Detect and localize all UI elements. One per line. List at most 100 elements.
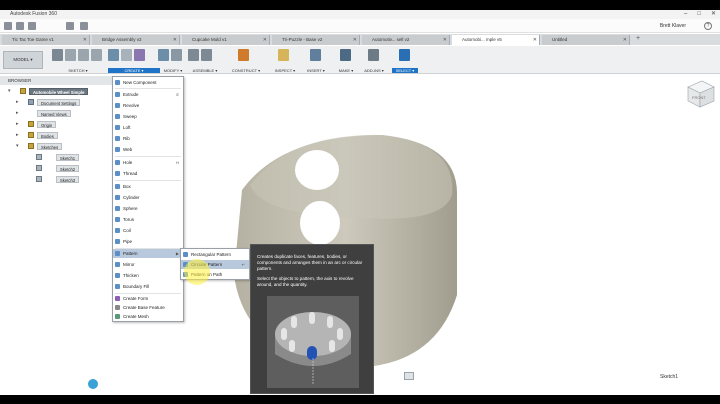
menu-item-torus[interactable]: Torus (113, 215, 183, 224)
browser-node-bodies[interactable]: ▸ Bodies (16, 131, 112, 139)
measure-icon[interactable] (278, 49, 289, 61)
menu-item-rectangular-pattern[interactable]: Rectangular Pattern (181, 250, 249, 259)
collapse-icon[interactable]: ▾ (8, 87, 11, 95)
create-menu-label[interactable]: CREATE ▾ (108, 68, 160, 73)
line-icon[interactable] (65, 49, 76, 61)
revolve-icon[interactable] (121, 49, 132, 61)
browser-node-named-views[interactable]: ▸ Named Views (16, 109, 112, 117)
add-ins-group[interactable]: ADD-INS ▾ (360, 46, 388, 74)
menu-item-cylinder[interactable]: Cylinder (113, 193, 183, 202)
browser-node-sketch3[interactable]: Sketch3 (34, 175, 112, 183)
make-menu-label[interactable]: MAKE ▾ (332, 68, 360, 73)
browser-node-sketch1[interactable]: Sketch1 (34, 153, 112, 161)
menu-item-new-component[interactable]: New Component (113, 78, 183, 87)
node-label[interactable]: Sketch1 (56, 154, 80, 161)
menu-item-create-base-feature[interactable]: Create Base Feature (113, 303, 183, 312)
tab-bridge-assembly[interactable]: Bridge Assembly v2 ✕ (92, 35, 180, 45)
construct-menu-label[interactable]: CONSTRUCT ▾ (226, 68, 266, 73)
menu-item-boundary-fill[interactable]: Boundary Fill (113, 282, 183, 291)
new-tab-icon[interactable]: + (636, 35, 640, 42)
expand-icon[interactable]: ▸ (16, 109, 19, 117)
tab-tri-puzzle[interactable]: Tri-Puzzle - Base v2 ✕ (272, 35, 360, 45)
rectangle-icon[interactable] (78, 49, 89, 61)
expand-icon[interactable]: ▸ (16, 120, 19, 128)
menu-item-coil[interactable]: Coil (113, 226, 183, 235)
node-label[interactable]: Document Settings (37, 99, 81, 106)
extrude-icon[interactable] (108, 49, 119, 61)
modify-menu-label[interactable]: MODIFY ▾ (158, 68, 188, 73)
make-group[interactable]: MAKE ▾ (332, 46, 360, 74)
redo-icon[interactable] (80, 22, 88, 30)
menu-item-hole[interactable]: Hole H (113, 158, 183, 167)
menu-item-web[interactable]: Web (113, 145, 183, 154)
canvas-viewport[interactable]: FRONT Sketch1 (112, 75, 720, 388)
3d-print-icon[interactable] (340, 49, 351, 61)
collapse-icon[interactable]: ▾ (16, 142, 19, 150)
insert-menu-label[interactable]: INSERT ▾ (302, 68, 330, 73)
box-icon[interactable] (134, 49, 145, 61)
maximize-button[interactable]: □ (697, 10, 701, 19)
viewcube-icon[interactable]: FRONT (678, 75, 718, 115)
node-label[interactable]: Bodies (37, 132, 58, 139)
close-icon[interactable]: ✕ (83, 35, 87, 45)
create-group[interactable]: CREATE ▾ (108, 46, 160, 74)
browser-node-origin[interactable]: ▸ Origin (16, 120, 112, 128)
select-arrow-icon[interactable] (399, 49, 410, 61)
root-component-label[interactable]: Automobile Wheel Simple (29, 88, 89, 95)
menu-item-create-form[interactable]: Create Form (113, 294, 183, 303)
sketch-menu-label[interactable]: SKETCH ▾ (52, 68, 104, 73)
menu-item-pipe[interactable]: Pipe (113, 237, 183, 246)
sketch-icon[interactable] (52, 49, 63, 61)
undo-icon[interactable] (66, 22, 74, 30)
menu-item-revolve[interactable]: Revolve (113, 101, 183, 110)
new-component-icon[interactable] (188, 49, 199, 61)
display-settings-icon[interactable] (404, 372, 414, 380)
file-icon[interactable] (16, 22, 24, 30)
close-icon[interactable]: ✕ (263, 35, 267, 45)
select-group[interactable]: SELECT ▾ (392, 46, 418, 74)
browser-node-document-settings[interactable]: ▸ Document Settings (16, 98, 112, 106)
scripts-icon[interactable] (368, 49, 379, 61)
tab-cupcake-mold[interactable]: Cupcake Mold v1 ✕ (182, 35, 270, 45)
tab-untitled[interactable]: Untitled ✕ (542, 35, 630, 45)
save-icon[interactable] (28, 22, 36, 30)
menu-item-thread[interactable]: Thread (113, 169, 183, 178)
fillet-icon[interactable] (171, 49, 182, 61)
node-label[interactable]: Origin (37, 121, 57, 128)
root-component[interactable]: ▾ Automobile Wheel Simple (8, 87, 112, 95)
menu-item-extrude[interactable]: Extrude E (113, 90, 183, 99)
node-label[interactable]: Named Views (37, 110, 71, 117)
close-icon[interactable]: ✕ (353, 35, 357, 45)
menu-item-create-mesh[interactable]: Create Mesh (113, 312, 183, 321)
workspace-switcher[interactable]: MODEL ▾ (3, 51, 43, 69)
joint-icon[interactable] (201, 49, 212, 61)
tab-automotive-assembly[interactable]: Automotiv... sell v2 ✕ (362, 35, 450, 45)
select-menu-label[interactable]: SELECT ▾ (392, 68, 418, 73)
menu-item-pattern[interactable]: Pattern ▶ (113, 249, 183, 258)
tab-tic-tac-toe[interactable]: Tic Tac Toe Game v1 ✕ (2, 35, 90, 45)
menu-item-sweep[interactable]: Sweep (113, 112, 183, 121)
node-label[interactable]: Sketch3 (56, 176, 80, 183)
menu-item-loft[interactable]: Loft (113, 123, 183, 132)
minimize-button[interactable]: – (684, 10, 687, 19)
model-view[interactable] (112, 75, 720, 388)
sketch-group[interactable]: SKETCH ▾ (52, 46, 104, 74)
expand-icon[interactable]: ▸ (16, 131, 19, 139)
close-icon[interactable]: ✕ (443, 35, 447, 45)
menu-item-rib[interactable]: Rib (113, 134, 183, 143)
menu-item-mirror[interactable]: Mirror (113, 260, 183, 269)
offset-plane-icon[interactable] (238, 49, 249, 61)
close-icon[interactable]: ✕ (623, 35, 627, 45)
help-icon[interactable]: ? (704, 22, 712, 30)
construct-group[interactable]: CONSTRUCT ▾ (226, 46, 266, 74)
close-button[interactable]: ✕ (711, 10, 716, 19)
insert-group[interactable]: INSERT ▾ (302, 46, 330, 74)
inspect-group[interactable]: INSPECT ▾ (270, 46, 300, 74)
expand-icon[interactable]: ▸ (16, 98, 19, 106)
insert-image-icon[interactable] (310, 49, 321, 61)
node-label[interactable]: Sketches (37, 143, 63, 150)
assemble-group[interactable]: ASSEMBLE ▾ (188, 46, 222, 74)
assemble-menu-label[interactable]: ASSEMBLE ▾ (188, 68, 222, 73)
inspect-menu-label[interactable]: INSPECT ▾ (270, 68, 300, 73)
data-panel-icon[interactable] (4, 22, 12, 30)
